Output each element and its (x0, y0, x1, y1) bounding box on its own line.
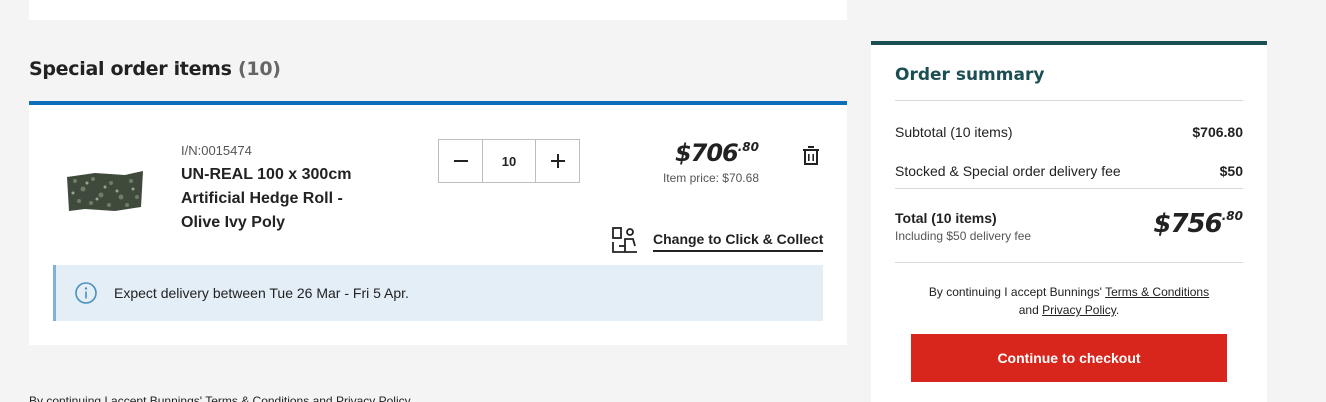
subtotal-label: Subtotal (10 items) (895, 124, 1013, 140)
click-collect-icon (612, 227, 637, 253)
change-to-click-collect-link[interactable]: Change to Click & Collect (653, 231, 824, 252)
quantity-input[interactable]: 10 (482, 140, 536, 182)
line-price-dollars: $706 (674, 139, 739, 167)
delivery-fee-value: $50 (1219, 163, 1243, 179)
summary-terms-text: By continuing I accept Bunnings' Terms &… (895, 283, 1243, 319)
page-privacy-link[interactable]: Privacy Policy (336, 394, 411, 402)
info-icon (75, 282, 97, 304)
total-price-cents: .80 (1221, 209, 1243, 223)
unit-price: Item price: $70.68 (662, 171, 759, 185)
total-price-dollars: $756 (1153, 209, 1222, 239)
summary-divider (895, 188, 1243, 189)
product-image[interactable] (65, 167, 145, 215)
page-terms-text: By continuing I accept Bunnings' Terms &… (29, 394, 411, 402)
increase-quantity-button[interactable] (536, 140, 579, 182)
terms-conditions-link[interactable]: Terms & Conditions (1105, 285, 1209, 299)
previous-card (29, 0, 847, 20)
minus-icon (453, 160, 468, 162)
total-label: Total (10 items) (895, 210, 997, 226)
special-order-items-card: I/N:0015474 UN-REAL 100 x 300cm Artifici… (29, 101, 847, 345)
quantity-stepper: 10 (438, 139, 580, 183)
order-summary-panel: Order summary Subtotal (10 items) $706.8… (871, 41, 1267, 402)
page-terms-prefix: By continuing I accept Bunnings' (29, 394, 206, 402)
special-order-title-text: Special order items (29, 58, 232, 80)
delivery-message: Expect delivery between Tue 26 Mar - Fri… (114, 285, 409, 301)
special-order-count: (10) (238, 58, 281, 80)
delivery-estimate-banner: Expect delivery between Tue 26 Mar - Fri… (53, 265, 823, 321)
delivery-fee-label: Stocked & Special order delivery fee (895, 163, 1121, 179)
item-number: I/N:0015474 (181, 143, 252, 158)
summary-terms-prefix: By continuing I accept Bunnings' (928, 285, 1106, 299)
plus-icon (550, 154, 565, 168)
continue-to-checkout-button[interactable]: Continue to checkout (911, 334, 1227, 382)
special-order-title: Special order items (10) (29, 58, 281, 80)
total-price: $756.80 (1153, 209, 1243, 239)
page-terms-link[interactable]: Terms & Conditions (205, 394, 309, 402)
summary-divider (895, 100, 1243, 101)
summary-terms-and: and (1018, 303, 1043, 317)
page-terms-and: and (309, 394, 336, 402)
product-name[interactable]: UN-REAL 100 x 300cm Artificial Hedge Rol… (181, 163, 381, 235)
subtotal-value: $706.80 (1192, 124, 1243, 140)
line-price-cents: .80 (737, 140, 759, 154)
line-price: $706.80 (659, 139, 759, 167)
decrease-quantity-button[interactable] (439, 140, 482, 182)
privacy-policy-link[interactable]: Privacy Policy (1042, 303, 1116, 317)
trash-icon[interactable] (799, 143, 823, 167)
summary-terms-end: . (1115, 303, 1120, 317)
total-subtext: Including $50 delivery fee (895, 229, 1032, 243)
summary-divider (895, 262, 1243, 263)
order-summary-title: Order summary (895, 65, 1045, 85)
